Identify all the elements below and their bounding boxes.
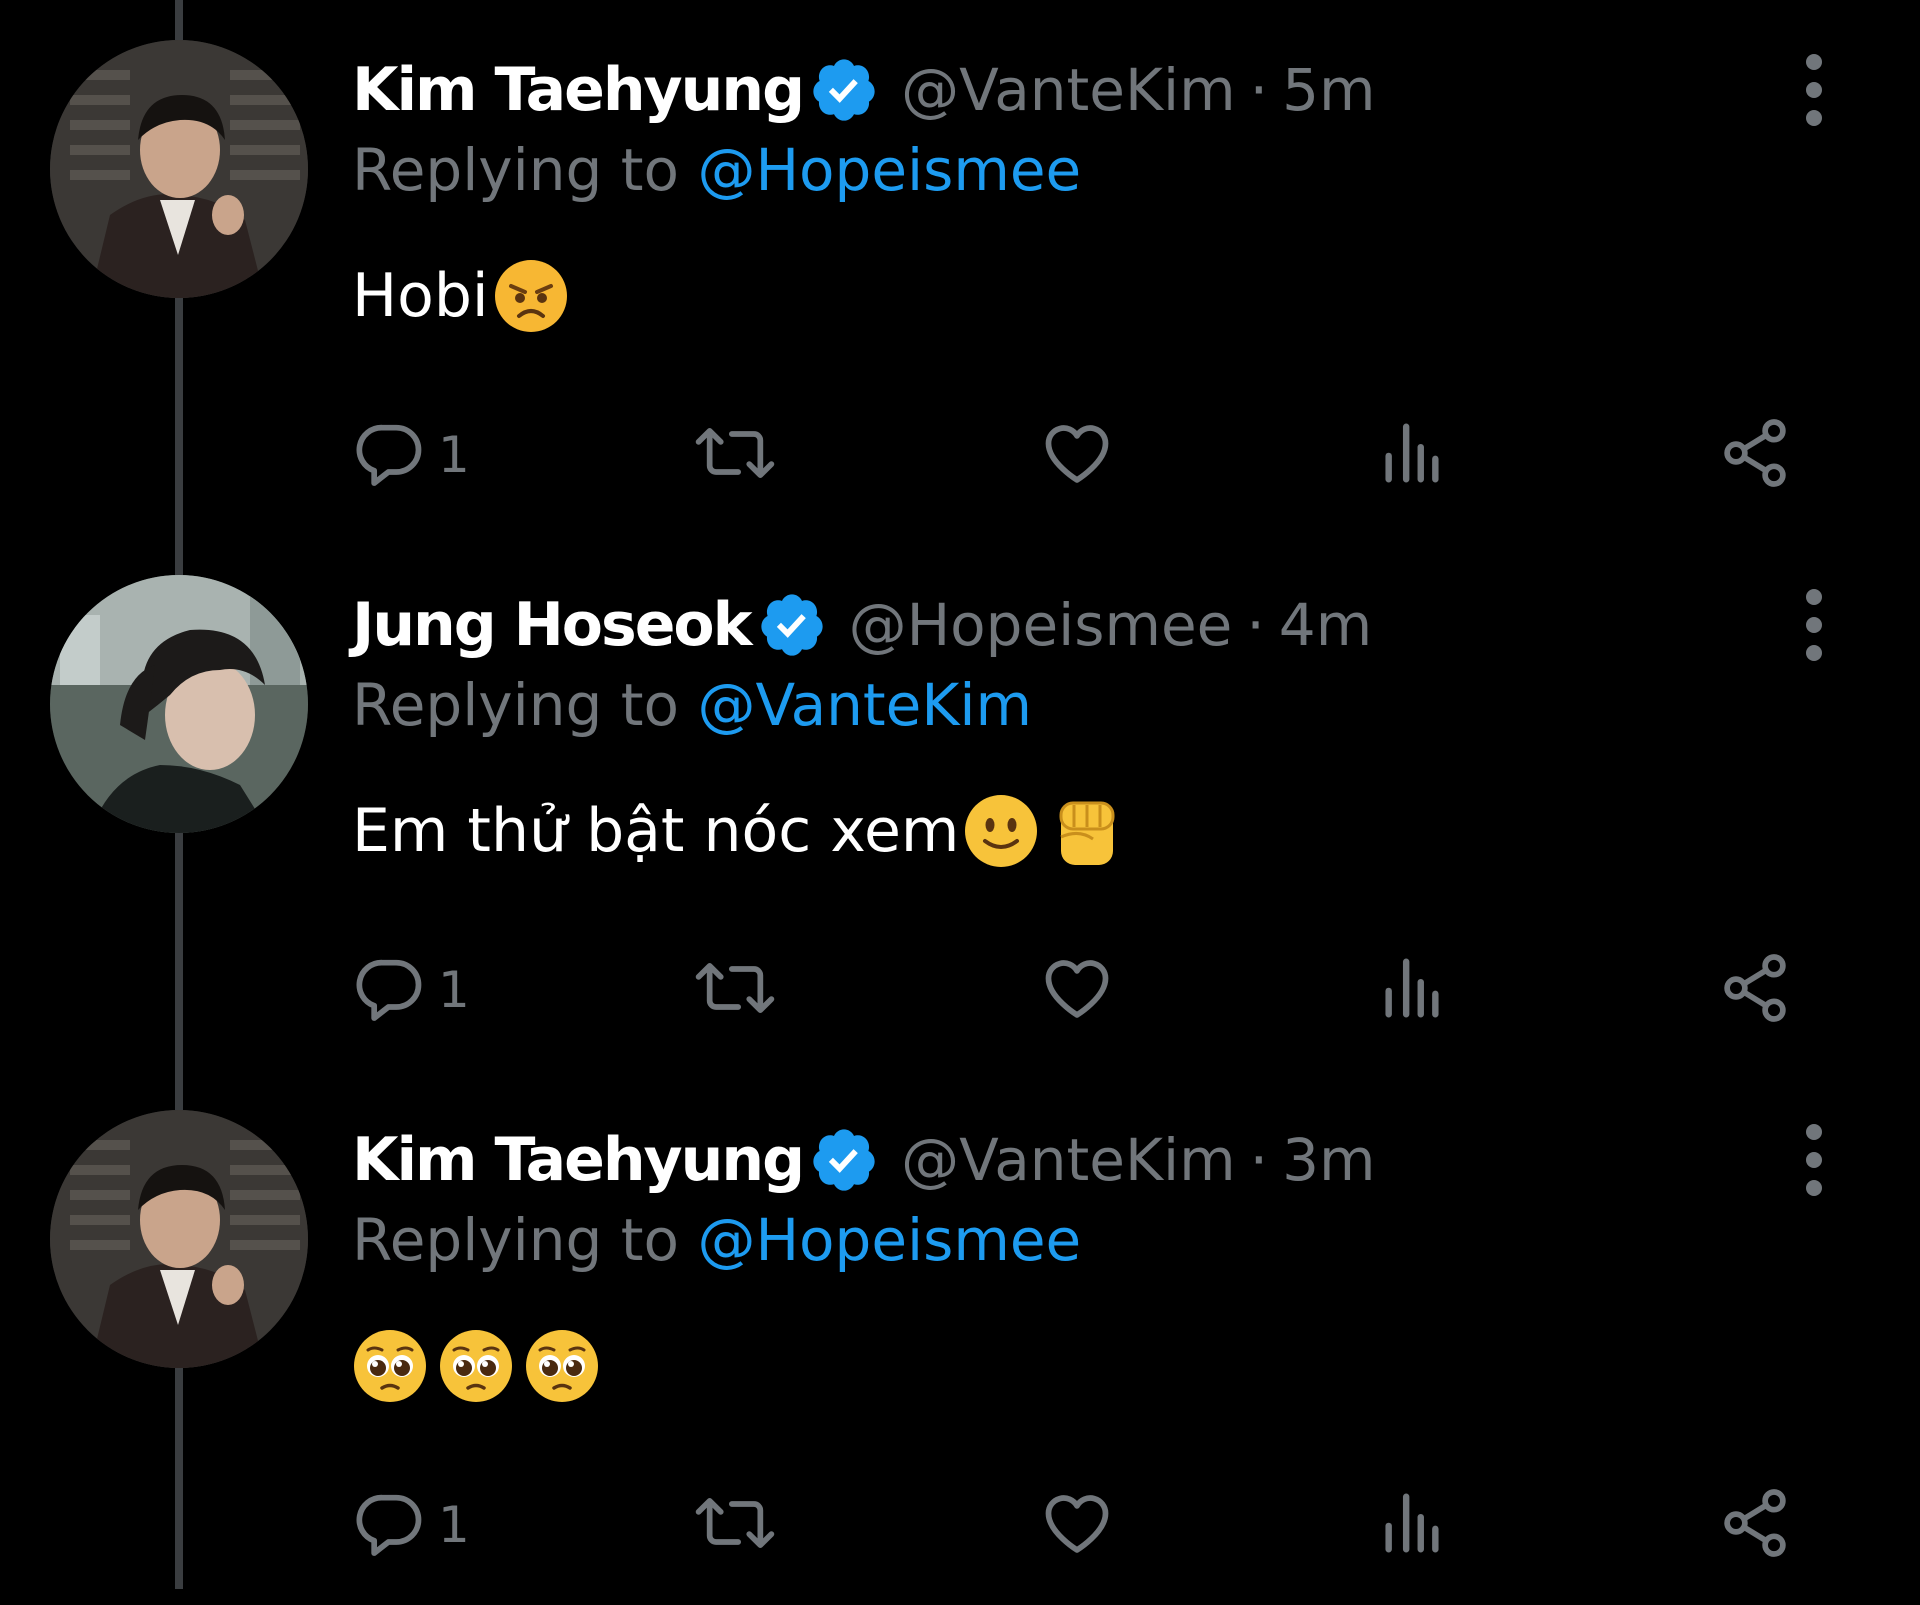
reply-button[interactable]: 1 <box>352 415 470 495</box>
replying-handle-link[interactable]: @VanteKim <box>697 671 1032 739</box>
user-handle[interactable]: @VanteKim <box>901 1126 1236 1194</box>
replying-prefix: Replying to <box>352 1206 679 1274</box>
share-icon <box>1717 1485 1793 1565</box>
separator-dot: · <box>1246 591 1265 659</box>
more-options-icon[interactable] <box>1794 585 1834 675</box>
reply-icon <box>352 415 428 495</box>
views-button[interactable] <box>1377 415 1447 495</box>
reply-count: 1 <box>438 1496 470 1554</box>
timestamp[interactable]: 4m <box>1279 591 1372 659</box>
replying-handle-link[interactable]: @Hopeismee <box>697 136 1081 204</box>
retweet-button[interactable] <box>690 950 780 1030</box>
replying-to: Replying to @VanteKim <box>352 671 1920 739</box>
like-button[interactable] <box>1037 950 1117 1030</box>
retweet-icon <box>690 1485 780 1565</box>
views-button[interactable] <box>1377 1485 1447 1565</box>
angry-face-icon <box>493 258 569 334</box>
tweet-text: Em thử bật nóc xem <box>352 791 1920 871</box>
replying-handle-link[interactable]: @Hopeismee <box>697 1206 1081 1274</box>
avatar[interactable] <box>50 40 308 298</box>
display-name[interactable]: Jung Hoseok <box>352 590 753 660</box>
replying-prefix: Replying to <box>352 136 679 204</box>
timestamp[interactable]: 3m <box>1282 1126 1375 1194</box>
avatar[interactable] <box>50 1110 308 1368</box>
slightly-smiling-face-icon <box>963 793 1039 869</box>
reply-icon <box>352 1485 428 1565</box>
tweet-text-content: Em thử bật nóc xem <box>352 796 960 866</box>
retweet-icon <box>690 950 780 1030</box>
display-name[interactable]: Kim Taehyung <box>352 55 805 125</box>
action-bar: 1 <box>352 415 1802 495</box>
reply-count: 1 <box>438 426 470 484</box>
replying-to: Replying to @Hopeismee <box>352 1206 1920 1274</box>
replying-to: Replying to @Hopeismee <box>352 136 1920 204</box>
reply-icon <box>352 950 428 1030</box>
share-button[interactable] <box>1717 415 1793 495</box>
like-button[interactable] <box>1037 415 1117 495</box>
verified-badge-icon <box>809 55 879 125</box>
reply-button[interactable]: 1 <box>352 1485 470 1565</box>
pleading-face-icon <box>524 1328 600 1404</box>
views-button[interactable] <box>1377 950 1447 1030</box>
user-handle[interactable]: @Hopeismee <box>849 591 1233 659</box>
tweet-text <box>352 1326 1920 1406</box>
timestamp[interactable]: 5m <box>1282 56 1375 124</box>
separator-dot: · <box>1249 56 1269 124</box>
separator-dot: · <box>1249 1126 1269 1194</box>
tweet[interactable]: Jung Hoseok @Hopeismee · 4m Replying to … <box>0 535 1920 1070</box>
like-icon <box>1037 950 1117 1030</box>
pleading-face-icon <box>438 1328 514 1404</box>
share-button[interactable] <box>1717 950 1793 1030</box>
action-bar: 1 <box>352 1485 1802 1565</box>
more-options-icon[interactable] <box>1794 1120 1834 1210</box>
avatar[interactable] <box>50 575 308 833</box>
display-name[interactable]: Kim Taehyung <box>352 1125 805 1195</box>
share-icon <box>1717 950 1793 1030</box>
views-icon <box>1377 415 1447 495</box>
share-button[interactable] <box>1717 1485 1793 1565</box>
more-options-icon[interactable] <box>1794 50 1834 140</box>
user-handle[interactable]: @VanteKim <box>901 56 1236 124</box>
raised-fist-icon <box>1049 793 1125 869</box>
tweet[interactable]: Kim Taehyung @VanteKim · 5m Replying to … <box>0 0 1920 535</box>
reply-count: 1 <box>438 961 470 1019</box>
reply-button[interactable]: 1 <box>352 950 470 1030</box>
pleading-face-icon <box>352 1328 428 1404</box>
action-bar: 1 <box>352 950 1802 1030</box>
views-icon <box>1377 950 1447 1030</box>
like-icon <box>1037 415 1117 495</box>
replying-prefix: Replying to <box>352 671 679 739</box>
tweet-text: Hobi <box>352 256 1920 336</box>
verified-badge-icon <box>809 1125 879 1195</box>
retweet-icon <box>690 415 780 495</box>
share-icon <box>1717 415 1793 495</box>
verified-badge-icon <box>757 590 827 660</box>
tweet-text-content: Hobi <box>352 261 489 331</box>
tweet[interactable]: Kim Taehyung @VanteKim · 3m Replying to … <box>0 1070 1920 1605</box>
views-icon <box>1377 1485 1447 1565</box>
retweet-button[interactable] <box>690 1485 780 1565</box>
like-button[interactable] <box>1037 1485 1117 1565</box>
like-icon <box>1037 1485 1117 1565</box>
retweet-button[interactable] <box>690 415 780 495</box>
